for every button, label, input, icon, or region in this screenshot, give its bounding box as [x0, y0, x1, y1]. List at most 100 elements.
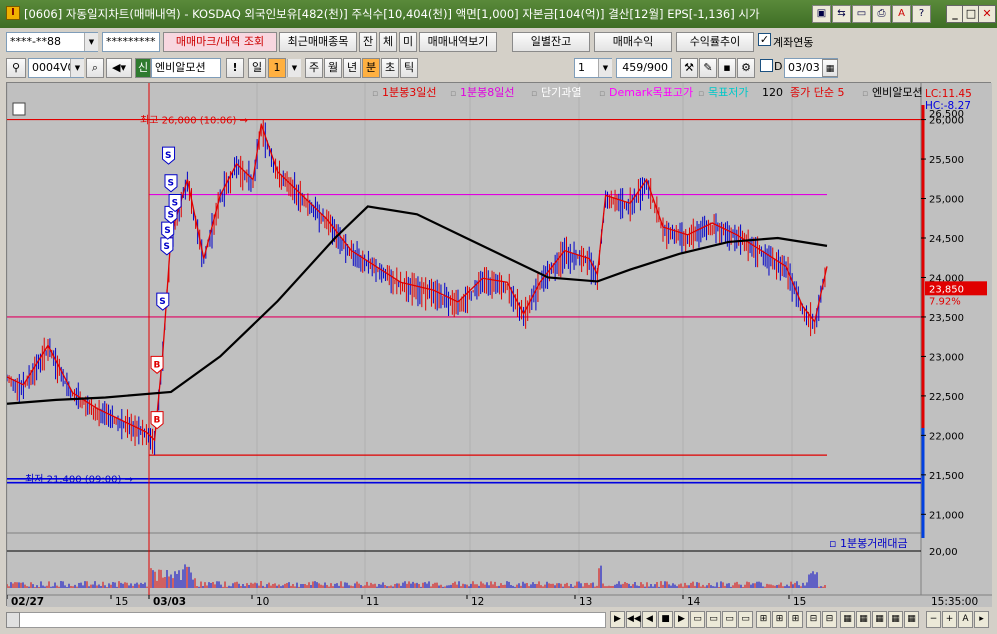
- scroll-left-arrow[interactable]: [6, 612, 20, 628]
- title-toolbar: ▣ ⇆ ▭ ⎙ A?: [812, 5, 931, 23]
- y-tick-label: 25,000: [929, 195, 964, 206]
- sell-marker-label: S: [168, 210, 174, 220]
- sell-marker-label: S: [159, 297, 165, 307]
- legend-box: ▫: [862, 89, 868, 99]
- legend-item: 120: [762, 86, 783, 99]
- period-minute-button[interactable]: 분: [362, 58, 380, 78]
- app-icon: I: [6, 6, 20, 20]
- account-dropdown-icon[interactable]: ▼: [84, 33, 98, 51]
- buy-marker-label: B: [154, 360, 161, 370]
- chart-panel[interactable]: 26,000 25,500 25,000 24,500 24,000 23,500 23,0…: [6, 82, 992, 607]
- grid2-icon[interactable]: ▦: [856, 611, 871, 628]
- credit-badge: 신: [135, 58, 151, 78]
- volume-tick-label: 20,00: [929, 547, 958, 558]
- zoom-out-icon[interactable]: −: [926, 611, 941, 628]
- trade-profit-button[interactable]: 매매수익: [594, 32, 672, 52]
- period-value[interactable]: 1: [268, 58, 286, 78]
- recent-trades-button[interactable]: 최근매매종목: [279, 32, 357, 52]
- password-input[interactable]: *********: [102, 32, 160, 52]
- title-bar: I [0606] 자동일지차트(매매내역) - KOSDAQ 외국인보유[482…: [0, 0, 997, 28]
- calendar-icon[interactable]: ▦: [822, 59, 838, 77]
- x-tick-label: 10: [256, 596, 269, 607]
- y-tick-label: 21,500: [929, 471, 964, 482]
- alert-button[interactable]: !: [226, 58, 244, 78]
- rewind-icon[interactable]: ◀◀: [626, 611, 641, 628]
- chart-background: [7, 83, 992, 607]
- y-tick-label: 22,000: [929, 431, 964, 442]
- period-year-button[interactable]: 년: [343, 58, 361, 78]
- x-tick-label: 11: [366, 596, 379, 607]
- price-chart[interactable]: 26,00025,50025,00024,50024,00023,50023,0…: [7, 83, 992, 607]
- grid5-icon[interactable]: ▦: [904, 611, 919, 628]
- save-icon[interactable]: ▪: [718, 58, 736, 78]
- period-month-button[interactable]: 월: [324, 58, 342, 78]
- fit3-icon[interactable]: ⊞: [788, 611, 803, 628]
- return-trend-button[interactable]: 수익률추이: [676, 32, 754, 52]
- fit-icon[interactable]: ⊞: [756, 611, 771, 628]
- grid-icon[interactable]: ▦: [840, 611, 855, 628]
- grid-toggle-icon: [12, 102, 26, 116]
- help-icon[interactable]: ?: [912, 5, 931, 23]
- speaker-icon[interactable]: ◀▾: [106, 58, 132, 78]
- date-checkbox[interactable]: [760, 59, 773, 72]
- current-price-label: 23,850: [929, 284, 964, 295]
- legend-box: ▫: [450, 89, 456, 99]
- unfilled-button[interactable]: 미: [399, 32, 417, 52]
- link-icon[interactable]: ⇆: [832, 5, 851, 23]
- y-tick-label: 24,500: [929, 234, 964, 245]
- trade-history-button[interactable]: 매매내역보기: [419, 32, 497, 52]
- legend-item: Demark목표고가: [609, 86, 693, 99]
- alert-icon[interactable]: A: [892, 5, 911, 23]
- zoom-box4-icon[interactable]: ▭: [738, 611, 753, 628]
- scroll-right-arrow[interactable]: ▶: [610, 611, 625, 628]
- draw-icon[interactable]: ✎: [699, 58, 717, 78]
- horizontal-scrollbar[interactable]: [6, 612, 606, 628]
- close-button[interactable]: ✕: [978, 5, 996, 23]
- period-day-button[interactable]: 일: [248, 58, 266, 78]
- font-icon[interactable]: A: [958, 611, 973, 628]
- pin-icon[interactable]: ⚲: [6, 58, 26, 78]
- period-tick-button[interactable]: 틱: [400, 58, 418, 78]
- split-icon[interactable]: ⊟: [806, 611, 821, 628]
- more-icon[interactable]: ▸: [974, 611, 989, 628]
- x-tick-label: 02/27: [11, 596, 44, 607]
- code-dropdown-icon[interactable]: ▼: [70, 59, 84, 77]
- count-dropdown-icon[interactable]: ▼: [598, 59, 612, 77]
- grid4-icon[interactable]: ▦: [888, 611, 903, 628]
- stock-name-field: 엔비알모션: [151, 58, 221, 78]
- y-tick-label: 25,500: [929, 155, 964, 166]
- settings-icon[interactable]: ⚙: [737, 58, 755, 78]
- legend-item: 종가 단순 5: [790, 86, 844, 99]
- step-forward-icon[interactable]: ▶: [674, 611, 689, 628]
- split2-icon[interactable]: ⊟: [822, 611, 837, 628]
- search-icon[interactable]: ⌕: [86, 58, 104, 78]
- y-tick-label: 23,000: [929, 352, 964, 363]
- balance-button[interactable]: 잔: [359, 32, 377, 52]
- sell-marker-label: S: [168, 179, 174, 189]
- account-link-checkbox[interactable]: ✓: [758, 33, 771, 46]
- print-icon[interactable]: ⎙: [872, 5, 891, 23]
- zoom-box-icon[interactable]: ▭: [690, 611, 705, 628]
- grid3-icon[interactable]: ▦: [872, 611, 887, 628]
- sell-marker-label: S: [164, 226, 170, 236]
- period-dropdown-icon[interactable]: ▼: [287, 59, 301, 77]
- y-tick-label: 21,000: [929, 510, 964, 521]
- period-week-button[interactable]: 주: [305, 58, 323, 78]
- zoom-in-icon[interactable]: +: [942, 611, 957, 628]
- legend-item: 목표저가: [708, 86, 748, 99]
- zoom-box3-icon[interactable]: ▭: [722, 611, 737, 628]
- x-tick-label: 15: [115, 596, 128, 607]
- stop-icon[interactable]: ■: [658, 611, 673, 628]
- step-back-icon[interactable]: ◀: [642, 611, 657, 628]
- daily-balance-button[interactable]: 일별잔고: [512, 32, 590, 52]
- zoom-box2-icon[interactable]: ▭: [706, 611, 721, 628]
- account-toolbar: ****-**88 ▼ ********* 매매마크/내역 조회 최근매매종목 …: [0, 30, 997, 54]
- tool-icon[interactable]: ⚒: [680, 58, 698, 78]
- x-tick-label: 03/03: [153, 596, 186, 607]
- fit2-icon[interactable]: ⊞: [772, 611, 787, 628]
- window-icon[interactable]: ▣: [812, 5, 831, 23]
- screen-icon[interactable]: ▭: [852, 5, 871, 23]
- filled-button[interactable]: 체: [379, 32, 397, 52]
- trade-mark-query-button[interactable]: 매매마크/내역 조회: [163, 32, 277, 52]
- period-second-button[interactable]: 초: [381, 58, 399, 78]
